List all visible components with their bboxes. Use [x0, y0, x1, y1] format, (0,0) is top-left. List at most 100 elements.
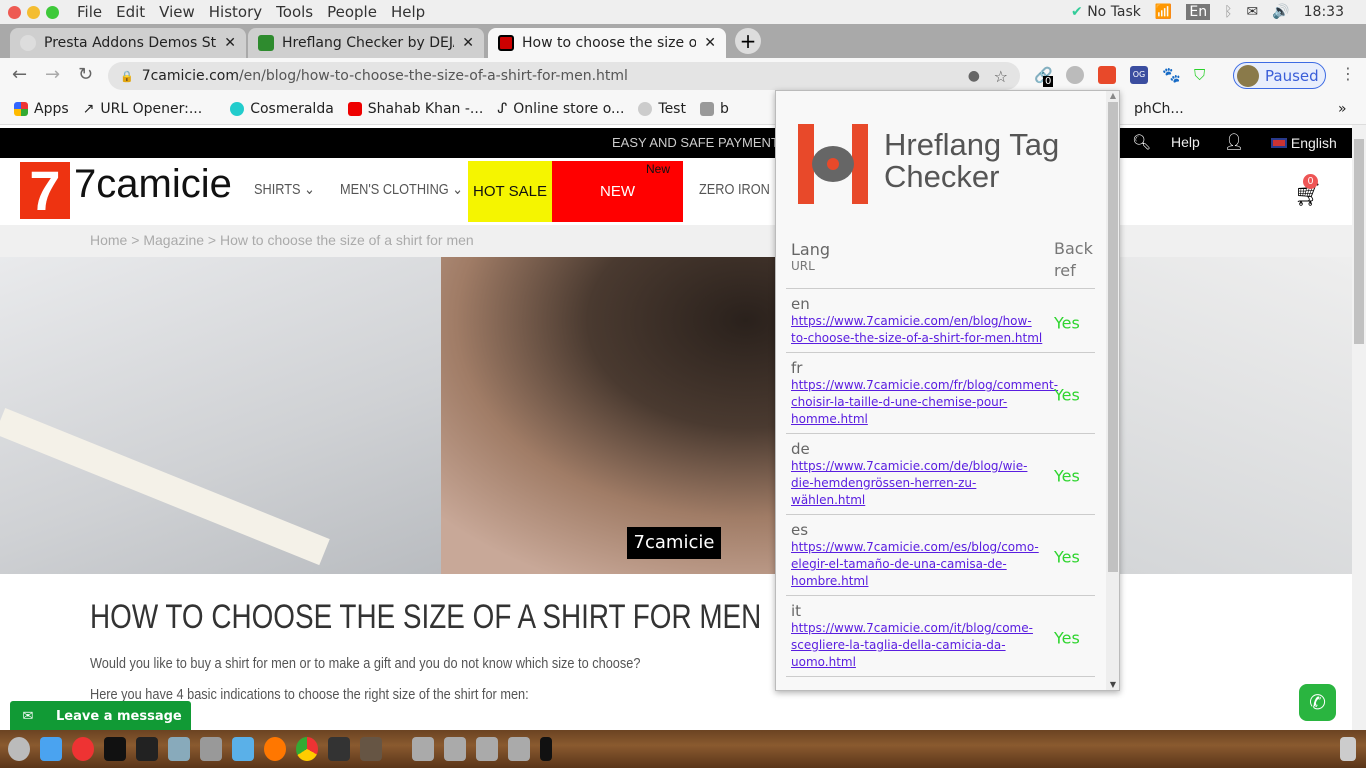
cookie-blocked-icon[interactable]: ● [968, 68, 980, 84]
firefox-icon[interactable] [264, 737, 286, 761]
bookmark-apps[interactable]: Apps [14, 101, 69, 117]
bookmark-cosmeralda[interactable]: Cosmeralda [230, 101, 334, 117]
keyboard-layout[interactable]: En [1186, 4, 1211, 20]
row-url-link[interactable]: https://www.7camicie.com/es/blog/como-el… [791, 539, 1046, 590]
minimize-window-button[interactable] [27, 5, 40, 19]
bookmark-test[interactable]: Test [638, 101, 686, 117]
whatsapp-button[interactable]: ✆ [1299, 684, 1336, 721]
row-url-link[interactable]: https://www.7camicie.com/fr/blog/comment… [791, 377, 1058, 428]
menu-people[interactable]: People [327, 3, 377, 21]
gnome-extension-icon[interactable]: 🐾 [1162, 66, 1181, 84]
nav-mens-clothing[interactable]: MEN'S CLOTHING ⌄ [340, 158, 463, 222]
address-bar[interactable]: 🔒 7camicie.com/en/blog/how-to-choose-the… [108, 62, 1020, 90]
opera-icon[interactable] [72, 737, 94, 761]
menu-edit[interactable]: Edit [116, 3, 145, 21]
scrollbar-thumb[interactable] [1354, 139, 1364, 344]
close-tab-icon[interactable]: ✕ [704, 35, 716, 51]
bookmark-url-opener[interactable]: ↗ URL Opener:... [83, 101, 203, 117]
more-bookmarks-icon[interactable]: » [1338, 101, 1347, 117]
menu-tools[interactable]: Tools [276, 3, 313, 21]
system-monitor-icon[interactable] [136, 737, 158, 761]
volume-icon[interactable]: 🔊 [1272, 4, 1289, 20]
files-icon[interactable] [232, 737, 254, 761]
bookmark-graph[interactable]: phCh... [1134, 101, 1184, 117]
wifi-icon[interactable]: 📶 [1155, 4, 1172, 20]
clock[interactable]: 18:33 [1304, 4, 1344, 20]
leave-message-button[interactable]: ✉ Leave a message [10, 701, 191, 731]
scroll-down-icon[interactable]: ▼ [1106, 680, 1119, 689]
ubuntu-launcher-icon[interactable] [8, 737, 30, 761]
terminal-icon[interactable] [104, 737, 126, 761]
nav-zero-iron[interactable]: ZERO IRON [699, 158, 770, 222]
close-window-button[interactable] [8, 5, 21, 19]
scroll-up-icon[interactable]: ▲ [1106, 91, 1119, 100]
tab-title: Hreflang Checker by DEJA [282, 35, 455, 51]
forward-button[interactable]: → [45, 64, 60, 85]
nav-hot-sale[interactable]: HOT SALE [468, 161, 552, 222]
logo-mark[interactable]: 7 [20, 162, 70, 219]
bookmark-b[interactable]: b [699, 101, 729, 117]
link-checker-extension-icon[interactable]: 🔗 0 [1034, 66, 1054, 87]
tab-presta[interactable]: Presta Addons Demos Sto ✕ [10, 28, 246, 58]
bluetooth-icon[interactable]: ᛒ [1224, 4, 1232, 20]
database-extension-icon[interactable] [1066, 66, 1084, 84]
menu-help[interactable]: Help [391, 3, 425, 21]
row-url-link[interactable]: https://www.7camicie.com/en/blog/how-to-… [791, 313, 1046, 347]
bookmark-star-icon[interactable]: ☆ [994, 67, 1008, 86]
close-tab-icon[interactable]: ✕ [224, 35, 236, 51]
sublime-icon[interactable] [328, 737, 350, 761]
bookmark-online-store[interactable]: ᔑ Online store o... [497, 101, 624, 117]
vpn-extension-icon[interactable]: ⛉ [1194, 66, 1212, 84]
bookmark-youtube[interactable]: Shahab Khan -... [347, 101, 483, 117]
popup-scrollbar-thumb[interactable] [1108, 102, 1118, 572]
menu-history[interactable]: History [209, 3, 262, 21]
breadcrumb-magazine[interactable]: Magazine [143, 232, 204, 248]
close-tab-icon[interactable]: ✕ [462, 35, 474, 51]
mail-icon[interactable]: ✉ [1246, 4, 1258, 20]
drive-icon[interactable] [508, 737, 530, 761]
row-url-link[interactable]: https://www.7camicie.com/de/blog/wie-die… [791, 458, 1046, 509]
xcode-icon[interactable] [168, 737, 190, 761]
nav-shirts[interactable]: SHIRTS ⌄ [254, 158, 315, 222]
phone-icon[interactable] [540, 737, 552, 761]
trash-icon[interactable] [1340, 737, 1356, 761]
page-scrollbar[interactable] [1352, 125, 1366, 730]
hreflang-extension-icon[interactable] [1098, 66, 1116, 84]
document-icon[interactable] [360, 737, 382, 761]
og-extension-icon[interactable]: OG [1130, 66, 1148, 84]
popup-scrollbar[interactable]: ▲ ▼ [1106, 91, 1119, 690]
maximize-window-button[interactable] [46, 5, 59, 19]
tab-current-article[interactable]: How to choose the size of ✕ [488, 28, 726, 58]
lock-icon: 🔒 [120, 69, 134, 83]
profile-button[interactable]: Paused [1233, 62, 1326, 89]
reload-button[interactable]: ↻ [78, 64, 93, 85]
menu-file[interactable]: File [77, 3, 102, 21]
drive-icon[interactable] [444, 737, 466, 761]
breadcrumb-home[interactable]: Home [90, 232, 127, 248]
cosmeralda-icon [230, 101, 245, 116]
tab-hreflang-checker[interactable]: Hreflang Checker by DEJA ✕ [248, 28, 484, 58]
help-link[interactable]: Help [1171, 134, 1200, 150]
column-back-ref: Back ref [1054, 239, 1093, 280]
drive-icon[interactable] [412, 737, 434, 761]
chart-favicon-icon [258, 35, 274, 51]
nav-new-collection[interactable]: NEW COLLECTIONNew [552, 161, 683, 261]
site-logo[interactable]: 7camicie [74, 162, 232, 207]
title-line: Checker [884, 159, 1000, 194]
site-header: 7 7camicie SHIRTS ⌄ MEN'S CLOTHING ⌄ HOT… [0, 158, 1352, 261]
archive-icon[interactable] [200, 737, 222, 761]
row-url-link[interactable]: https://www.7camicie.com/it/blog/come-sc… [791, 620, 1046, 671]
back-button[interactable]: ← [12, 64, 27, 85]
drive-icon[interactable] [476, 737, 498, 761]
table-row: fr https://www.7camicie.com/fr/blog/comme… [786, 353, 1095, 434]
youtube-icon [347, 101, 362, 116]
menu-view[interactable]: View [159, 3, 195, 21]
finder-icon[interactable] [40, 737, 62, 761]
breadcrumb-current: How to choose the size of a shirt for me… [220, 232, 474, 248]
search-icon[interactable]: 🔍︎ [1132, 133, 1151, 151]
new-tab-button[interactable]: + [735, 28, 761, 54]
chrome-menu-icon[interactable]: ⋮ [1340, 64, 1356, 83]
chrome-icon[interactable] [296, 737, 318, 761]
account-icon[interactable]: 👤︎ [1224, 132, 1244, 152]
task-indicator[interactable]: ✔ No Task [1071, 4, 1141, 20]
